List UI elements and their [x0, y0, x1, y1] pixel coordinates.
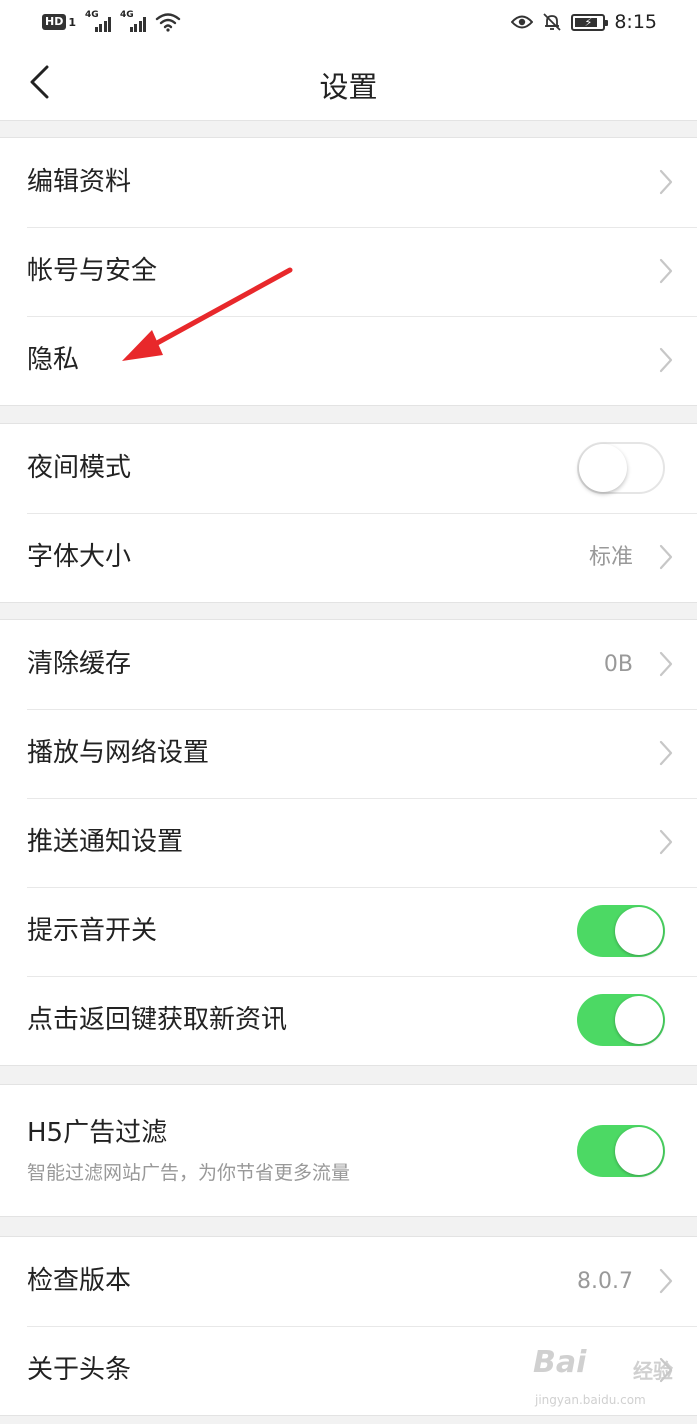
h5-filter-toggle[interactable] — [577, 1125, 665, 1177]
chevron-right-icon — [659, 829, 673, 855]
night-mode-toggle[interactable] — [577, 442, 665, 494]
chevron-right-icon — [659, 258, 673, 284]
signal-icon: 4G — [120, 10, 146, 32]
row-label: 清除缓存 — [27, 649, 132, 679]
ads-group: H5广告过滤 智能过滤网站广告，为你节省更多流量 — [0, 1084, 697, 1217]
push-notifications-row[interactable]: 推送通知设置 — [0, 798, 697, 887]
status-left: HD 1 4G 4G — [42, 10, 181, 32]
account-security-row[interactable]: 帐号与安全 — [0, 227, 697, 316]
chevron-right-icon — [659, 740, 673, 766]
edit-profile-row[interactable]: 编辑资料 — [0, 138, 697, 227]
alert-sound-row: 提示音开关 — [0, 887, 697, 976]
account-group: 编辑资料 帐号与安全 隐私 — [0, 137, 697, 406]
watermark-logo: Bai — [533, 1345, 587, 1380]
general-group: 清除缓存 0B 播放与网络设置 推送通知设置 提示音开关 点击返回键获取新资讯 — [0, 619, 697, 1066]
row-label: 关于头条 — [27, 1355, 132, 1385]
privacy-row[interactable]: 隐私 — [0, 316, 697, 405]
chevron-right-icon — [659, 347, 673, 373]
font-size-value: 标准 — [588, 545, 633, 570]
back-refresh-row: 点击返回键获取新资讯 — [0, 976, 697, 1065]
cache-size-value: 0B — [603, 652, 633, 677]
chevron-right-icon — [659, 1268, 673, 1294]
hd-voice-badge: HD — [42, 14, 67, 30]
status-time: 8:15 — [614, 11, 657, 33]
nav-bar: 设置 — [0, 44, 697, 121]
row-label: 帐号与安全 — [27, 256, 158, 286]
check-version-row[interactable]: 检查版本 8.0.7 — [0, 1237, 697, 1326]
row-label: 推送通知设置 — [27, 827, 184, 857]
back-refresh-toggle[interactable] — [577, 994, 665, 1046]
row-label: 点击返回键获取新资讯 — [27, 1005, 288, 1035]
display-group: 夜间模式 字体大小 标准 — [0, 423, 697, 603]
row-label: 隐私 — [27, 345, 80, 375]
row-description: 智能过滤网站广告，为你节省更多流量 — [27, 1162, 351, 1184]
night-mode-row: 夜间模式 — [0, 424, 697, 513]
watermark-logo-cn: 经验 — [633, 1359, 673, 1383]
alert-sound-toggle[interactable] — [577, 905, 665, 957]
chevron-right-icon — [659, 169, 673, 195]
chevron-right-icon — [659, 651, 673, 677]
eye-icon — [511, 15, 534, 29]
mute-bell-icon — [543, 13, 561, 31]
baidu-watermark: Bai 经验 jingyan.baidu.com — [533, 1345, 693, 1415]
row-label: 检查版本 — [27, 1266, 132, 1296]
watermark-url: jingyan.baidu.com — [535, 1393, 646, 1407]
font-size-row[interactable]: 字体大小 标准 — [0, 513, 697, 602]
row-label: 夜间模式 — [27, 453, 132, 483]
clear-cache-row[interactable]: 清除缓存 0B — [0, 620, 697, 709]
row-label: 编辑资料 — [27, 167, 132, 197]
row-label: 提示音开关 — [27, 916, 158, 946]
page-title: 设置 — [319, 70, 378, 104]
signal-icon: 4G — [85, 10, 111, 32]
row-label: 播放与网络设置 — [27, 738, 210, 768]
battery-icon: ⚡ — [571, 13, 609, 31]
version-value: 8.0.7 — [577, 1269, 633, 1294]
row-label: 字体大小 — [27, 542, 132, 572]
status-right: ⚡ 8:15 — [511, 11, 657, 33]
row-label: H5广告过滤 — [27, 1118, 168, 1148]
wifi-icon — [155, 13, 181, 32]
status-bar: HD 1 4G 4G ⚡ 8:15 — [0, 0, 697, 44]
chevron-right-icon — [659, 544, 673, 570]
playback-network-row[interactable]: 播放与网络设置 — [0, 709, 697, 798]
hd-sub-number: 1 — [68, 15, 76, 29]
h5-filter-row: H5广告过滤 智能过滤网站广告，为你节省更多流量 — [0, 1085, 697, 1216]
